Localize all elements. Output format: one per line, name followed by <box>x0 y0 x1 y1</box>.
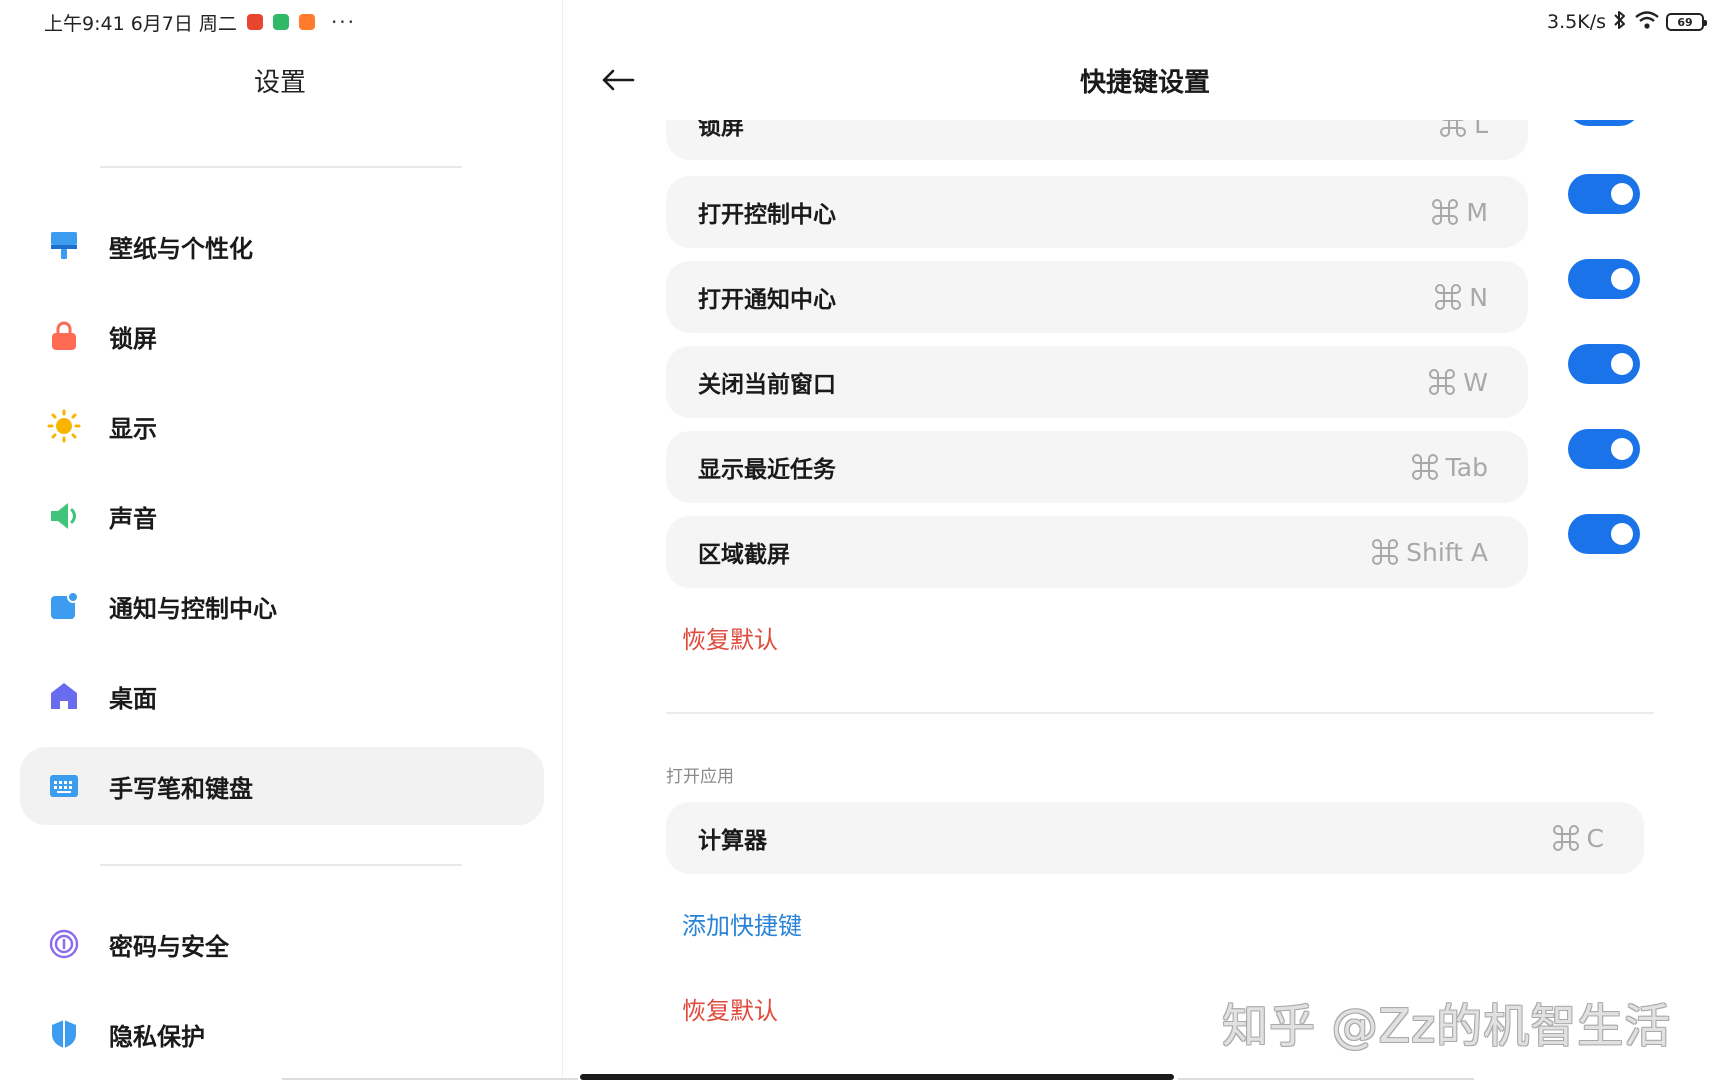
sidebar-item-sound[interactable]: 声音 <box>20 477 544 555</box>
sidebar-item-label: 隐私保护 <box>109 1022 205 1051</box>
sidebar-item-label: 壁纸与个性化 <box>109 234 253 263</box>
screen: 上午9:41 6月7日 周二 ··· 3.5K/s 69 设置 壁纸与个性化 锁 <box>0 0 1728 1080</box>
toggle-knob <box>1611 353 1633 375</box>
battery-icon: 69 <box>1666 13 1707 31</box>
speaker-icon <box>44 496 84 536</box>
shortcut-row[interactable]: 显示最近任务 Tab <box>666 431 1528 503</box>
restore-default-button[interactable]: 恢复默认 <box>682 991 778 1026</box>
shortcut-row[interactable]: 锁屏 L <box>666 120 1528 160</box>
command-key-icon <box>1411 454 1438 480</box>
sidebar-item-desktop[interactable]: 桌面 <box>20 657 544 735</box>
sidebar-item-label: 锁屏 <box>109 324 157 353</box>
fingerprint-icon <box>44 924 84 964</box>
sidebar-item-notifications[interactable]: 通知与控制中心 <box>20 567 544 645</box>
wifi-icon <box>1634 10 1660 35</box>
shortcut-label: 锁屏 <box>698 120 744 140</box>
toggle-knob <box>1611 268 1633 290</box>
shortcut-keys: W <box>1429 368 1488 397</box>
command-key-icon <box>1440 120 1467 137</box>
shortcut-row[interactable]: 打开通知中心 N <box>666 261 1528 333</box>
page-title: 快捷键设置 <box>1079 68 1210 98</box>
toggle-knob <box>1611 183 1633 205</box>
sidebar-item-display[interactable]: 显示 <box>20 387 544 465</box>
sun-icon <box>44 406 84 446</box>
shortcut-keys: Shift A <box>1372 538 1488 567</box>
shortcut-keys: Tab <box>1411 452 1488 482</box>
toggle-knob <box>1611 523 1633 545</box>
sidebar-item-lockscreen[interactable]: 锁屏 <box>20 297 544 375</box>
shortcut-toggle[interactable] <box>1568 514 1640 554</box>
shortcut-label: 关闭当前窗口 <box>698 372 836 398</box>
keyboard-icon <box>44 766 84 806</box>
sidebar-item-label: 密码与安全 <box>109 932 229 961</box>
sidebar-item-label: 手写笔和键盘 <box>109 774 253 803</box>
bluetooth-icon <box>1612 9 1628 36</box>
shortcut-key-text: L <box>1474 120 1488 139</box>
toggle-knob <box>1611 438 1633 460</box>
sidebar-item-label: 桌面 <box>109 684 157 713</box>
shortcut-keys: N <box>1435 283 1488 312</box>
sidebar-item-wallpaper[interactable]: 壁纸与个性化 <box>20 207 544 285</box>
sidebar-item-password-security[interactable]: 密码与安全 <box>20 905 544 983</box>
command-key-icon <box>1552 825 1579 851</box>
section-divider <box>666 712 1654 714</box>
privacy-shield-icon <box>44 1014 84 1054</box>
sidebar-divider <box>100 864 462 866</box>
command-key-icon <box>1429 369 1456 395</box>
shortcut-keys: L <box>1440 120 1488 139</box>
paintbrush-icon <box>44 226 84 266</box>
shortcut-keys: C <box>1552 823 1604 853</box>
sidebar-item-stylus-keyboard[interactable]: 手写笔和键盘 <box>20 747 544 825</box>
shortcut-key-text: M <box>1466 197 1488 227</box>
shortcut-label: 区域截屏 <box>698 542 790 568</box>
sidebar-item-label: 声音 <box>109 504 157 533</box>
command-key-icon <box>1435 284 1462 310</box>
status-bar-right: 3.5K/s 69 <box>1547 6 1707 38</box>
shortcut-list: 锁屏 L 打开控制中心 M 打开通知中心 N 关闭当前窗口 W 显示最近任务 T… <box>562 120 1728 1080</box>
shortcut-row[interactable]: 打开控制中心 M <box>666 176 1528 248</box>
shortcut-label: 打开控制中心 <box>698 202 836 228</box>
shortcut-label: 计算器 <box>698 828 767 854</box>
shortcut-keys: M <box>1432 198 1488 227</box>
sidebar-divider <box>100 166 462 168</box>
shortcut-toggle[interactable] <box>1568 344 1640 384</box>
shortcut-key-text: C <box>1586 823 1604 853</box>
notification-icon <box>44 586 84 626</box>
shortcut-toggle[interactable] <box>1568 429 1640 469</box>
command-key-icon <box>1432 199 1459 225</box>
command-key-icon <box>1372 539 1399 565</box>
app-shortcut-row[interactable]: 计算器 C <box>666 802 1644 874</box>
shortcut-row[interactable]: 关闭当前窗口 W <box>666 346 1528 418</box>
home-icon <box>44 676 84 716</box>
shortcut-key-text: N <box>1469 282 1488 312</box>
watermark: 知乎 @Zz的机智生活 <box>1222 999 1672 1053</box>
shortcut-toggle[interactable] <box>1568 259 1640 299</box>
shortcut-toggle[interactable] <box>1568 174 1640 214</box>
sidebar-item-privacy[interactable]: 隐私保护 <box>20 995 544 1073</box>
add-shortcut-button[interactable]: 添加快捷键 <box>682 906 802 941</box>
sidebar-item-label: 通知与控制中心 <box>109 594 277 623</box>
restore-default-button[interactable]: 恢复默认 <box>682 620 778 655</box>
settings-sidebar: 设置 壁纸与个性化 锁屏 显示 声音 通知与控制中心 桌面 手写笔和键盘 密码与… <box>0 0 560 1080</box>
network-speed: 3.5K/s <box>1547 11 1606 33</box>
home-indicator[interactable] <box>580 1074 1174 1080</box>
lock-icon <box>44 316 84 356</box>
shortcut-toggle[interactable] <box>1568 120 1640 126</box>
sidebar-item-label: 显示 <box>109 414 157 443</box>
battery-level: 69 <box>1677 15 1693 29</box>
shortcut-key-text: Shift A <box>1406 537 1488 567</box>
shortcut-label: 显示最近任务 <box>698 457 836 483</box>
settings-title: 设置 <box>253 68 306 98</box>
shortcut-row[interactable]: 区域截屏 Shift A <box>666 516 1528 588</box>
shortcut-label: 打开通知中心 <box>698 287 836 313</box>
shortcut-key-text: Tab <box>1445 452 1488 482</box>
section-header-open-apps: 打开应用 <box>666 767 734 787</box>
shortcut-key-text: W <box>1463 367 1488 397</box>
